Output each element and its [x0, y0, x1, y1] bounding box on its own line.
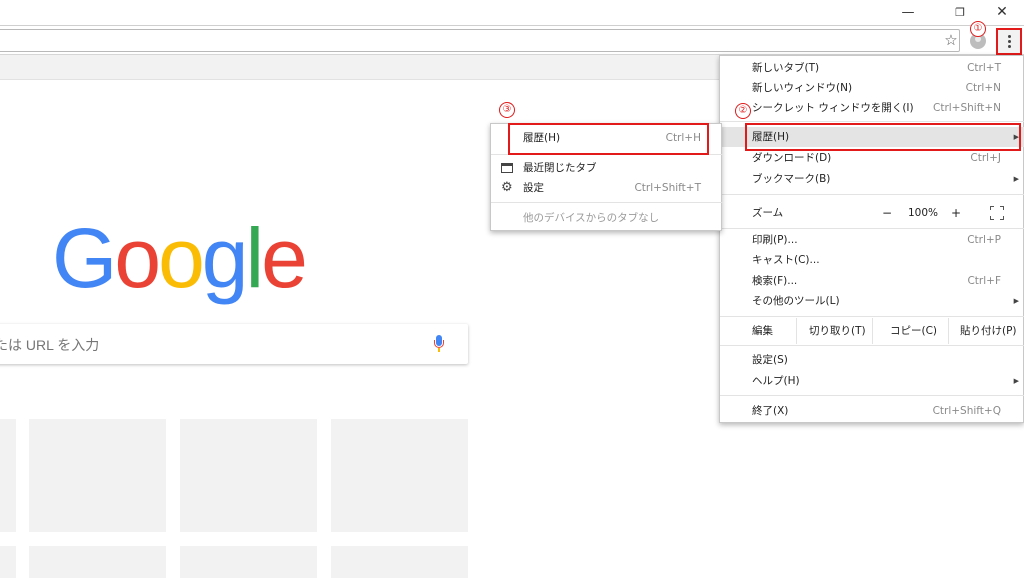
address-bar[interactable]	[0, 29, 960, 52]
submenu-item-other-devices: 他のデバイスからのタブなし	[523, 212, 660, 224]
mic-icon[interactable]	[434, 335, 444, 353]
menu-item-cast[interactable]: キャスト(C)...	[720, 250, 1024, 270]
callout-number-2: ②	[735, 103, 751, 119]
browser-window: — ❐ ✕ ☆ Google たは URL を入力 新しいタブ(T) Ctrl+T…	[0, 0, 1024, 578]
submenu-item-settings[interactable]: ⚙ 設定 Ctrl+Shift+T	[491, 178, 723, 198]
zoom-label: ズーム	[752, 207, 784, 219]
edit-divider	[948, 318, 949, 344]
zoom-out-button[interactable]: −	[882, 203, 892, 223]
cut-button[interactable]: 切り取り(T)	[809, 318, 866, 344]
menu-divider	[720, 395, 1024, 396]
menu-divider	[491, 202, 723, 203]
copy-button[interactable]: コピー(C)	[890, 318, 937, 344]
title-bar: — ❐ ✕	[0, 0, 1024, 26]
restore-icon[interactable]: ❐	[940, 0, 980, 24]
edit-label: 編集	[752, 325, 773, 337]
menu-item-exit[interactable]: 終了(X) Ctrl+Shift+Q	[720, 401, 1024, 421]
minimize-icon[interactable]: —	[888, 0, 928, 24]
menu-item-print[interactable]: 印刷(P)... Ctrl+P	[720, 230, 1024, 250]
most-visited-tile[interactable]	[331, 419, 468, 532]
edit-divider	[872, 318, 873, 344]
tab-icon	[501, 163, 513, 173]
menu-item-bookmarks[interactable]: ブックマーク(B) ▶	[720, 169, 1024, 189]
menu-item-find[interactable]: 検索(F)... Ctrl+F	[720, 271, 1024, 291]
most-visited-tile[interactable]	[29, 546, 166, 578]
menu-divider	[720, 121, 1024, 122]
most-visited-tile[interactable]	[0, 419, 16, 532]
menu-item-settings[interactable]: 設定(S)	[720, 350, 1024, 370]
chevron-right-icon: ▶	[1013, 175, 1019, 183]
close-icon[interactable]: ✕	[982, 0, 1022, 24]
callout-number-1: ①	[970, 21, 986, 37]
zoom-level: 100%	[908, 207, 939, 219]
most-visited-tile[interactable]	[0, 546, 16, 578]
menu-item-new-tab[interactable]: 新しいタブ(T) Ctrl+T	[720, 58, 1024, 78]
edit-divider	[796, 318, 797, 344]
menu-item-downloads[interactable]: ダウンロード(D) Ctrl+J	[720, 148, 1024, 168]
most-visited-tile[interactable]	[180, 546, 317, 578]
chevron-right-icon: ▶	[1013, 377, 1019, 385]
menu-item-help[interactable]: ヘルプ(H) ▶	[720, 371, 1024, 391]
menu-divider	[720, 194, 1024, 195]
chrome-menu: 新しいタブ(T) Ctrl+T 新しいウィンドウ(N) Ctrl+N シークレット …	[719, 55, 1024, 423]
edit-row: 編集 切り取り(T) コピー(C) 貼り付け(P)	[720, 318, 1024, 344]
search-input[interactable]: たは URL を入力	[0, 324, 468, 364]
zoom-in-button[interactable]: +	[951, 203, 961, 223]
menu-item-incognito[interactable]: シークレット ウィンドウを開く(I) Ctrl+Shift+N	[720, 98, 1024, 118]
callout-box-history	[745, 123, 1021, 151]
most-visited-tile[interactable]	[331, 546, 468, 578]
menu-divider	[720, 345, 1024, 346]
submenu-item-recently-closed[interactable]: 最近閉じたタブ	[491, 158, 723, 178]
toolbar	[0, 26, 1024, 55]
google-logo: Google	[52, 211, 308, 305]
menu-divider	[720, 228, 1024, 229]
gear-icon: ⚙	[501, 180, 513, 195]
menu-item-new-window[interactable]: 新しいウィンドウ(N) Ctrl+N	[720, 78, 1024, 98]
callout-box-submenu-history	[508, 123, 709, 155]
paste-button[interactable]: 貼り付け(P)	[960, 318, 1017, 344]
fullscreen-icon[interactable]	[990, 206, 1004, 220]
menu-divider	[720, 316, 1024, 317]
kebab-menu-icon[interactable]	[996, 28, 1022, 55]
menu-item-more-tools[interactable]: その他のツール(L) ▶	[720, 291, 1024, 311]
callout-number-3: ③	[499, 102, 515, 118]
chevron-right-icon: ▶	[1013, 297, 1019, 305]
star-icon[interactable]: ☆	[942, 31, 960, 49]
search-placeholder: たは URL を入力	[0, 337, 100, 353]
most-visited-tile[interactable]	[29, 419, 166, 532]
most-visited-tile[interactable]	[180, 419, 317, 532]
